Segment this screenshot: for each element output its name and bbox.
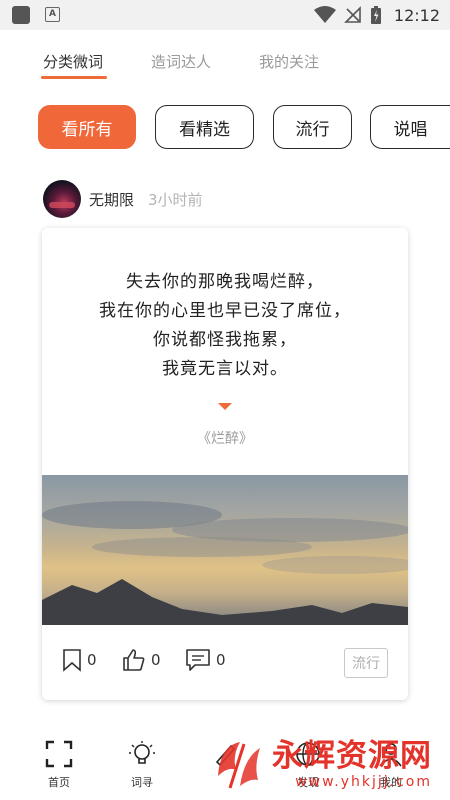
song-title[interactable]: 《烂醉》 xyxy=(42,428,408,448)
filter-pop-chip[interactable]: 流行 xyxy=(273,105,352,149)
nav-home[interactable]: 首页 xyxy=(34,740,84,790)
bulb-icon xyxy=(129,741,155,764)
tab-word-master[interactable]: 造词达人 xyxy=(151,51,211,72)
filter-featured-chip[interactable]: 看精选 xyxy=(155,105,254,149)
bookmark-action[interactable]: 0 xyxy=(62,648,97,672)
post-photo xyxy=(42,475,408,625)
author-name[interactable]: 无期限 xyxy=(89,189,134,210)
tab-my-follows[interactable]: 我的关注 xyxy=(259,51,319,72)
app-icon xyxy=(12,6,30,24)
comment-icon xyxy=(186,649,210,671)
bookmark-icon xyxy=(63,649,81,672)
bookmark-count: 0 xyxy=(87,651,97,669)
clock: 12:12 xyxy=(393,5,440,25)
watermark-url: www.yhkjjj.com xyxy=(295,774,432,790)
lyric-card[interactable]: 失去你的那晚我喝烂醉， 我在你的心里也早已没了席位， 你说都怪我拖累， 我竟无言… xyxy=(42,228,408,700)
triangle-down-icon xyxy=(218,403,232,410)
filter-all-chip[interactable]: 看所有 xyxy=(38,105,136,149)
comment-count: 0 xyxy=(216,651,226,669)
no-signal-icon xyxy=(343,6,361,23)
lyric-line: 我竟无言以对。 xyxy=(162,359,288,379)
top-tabs: 分类微词 造词达人 我的关注 xyxy=(0,44,450,84)
watermark-logo-icon xyxy=(218,742,260,789)
comment-action[interactable]: 0 xyxy=(185,648,226,672)
active-tab-indicator xyxy=(41,76,107,79)
nav-home-label: 首页 xyxy=(48,776,70,789)
post-header: 无期限 3小时前 xyxy=(43,180,203,218)
nav-search-label: 词寻 xyxy=(131,776,153,789)
watermark: 永辉资源网 www.yhkjjj.com xyxy=(210,734,432,794)
thumbs-up-icon xyxy=(123,649,145,671)
status-bar: A 12:12 xyxy=(0,0,450,30)
tab-category-lyrics[interactable]: 分类微词 xyxy=(43,51,103,72)
avatar[interactable] xyxy=(43,180,81,218)
post-time: 3小时前 xyxy=(148,190,203,209)
lyric-line: 我在你的心里也早已没了席位， xyxy=(99,301,351,321)
battery-charging-icon xyxy=(370,6,381,24)
lyrics-block: 失去你的那晚我喝烂醉， 我在你的心里也早已没了席位， 你说都怪我拖累， 我竟无言… xyxy=(42,268,408,384)
post-actions: 0 0 0 流行 xyxy=(42,636,408,686)
lyric-line: 你说都怪我拖累， xyxy=(153,330,297,350)
filter-rap-chip[interactable]: 说唱 xyxy=(370,105,450,149)
nav-search-words[interactable]: 词寻 xyxy=(117,740,167,790)
lyric-line: 失去你的那晚我喝烂醉， xyxy=(126,272,324,292)
genre-tag[interactable]: 流行 xyxy=(344,648,388,678)
like-count: 0 xyxy=(151,651,161,669)
like-action[interactable]: 0 xyxy=(122,648,161,672)
watermark-title: 永辉资源网 xyxy=(272,738,432,774)
filter-bar: 看所有 看精选 流行 说唱 xyxy=(0,105,450,149)
wifi-icon xyxy=(313,6,336,23)
scan-icon xyxy=(45,740,73,768)
a-icon: A xyxy=(45,7,60,22)
bottom-nav: 首页 词寻 发现 我的 永辉资源网 www.yhkjjj.com xyxy=(0,735,450,800)
